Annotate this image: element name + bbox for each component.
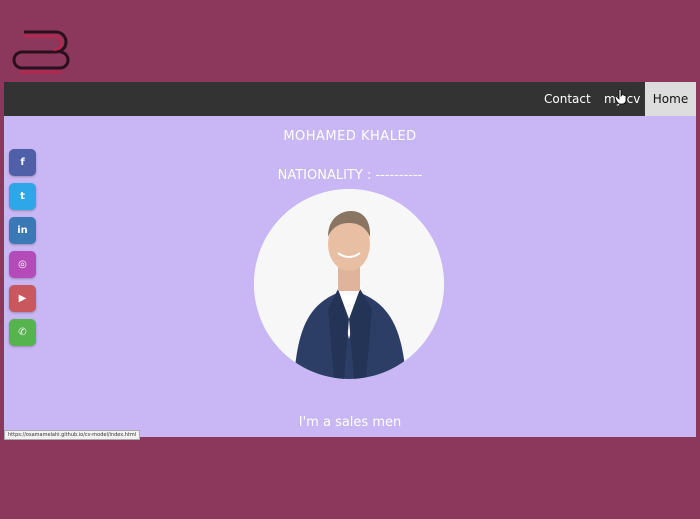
linkedin-icon: in (17, 225, 28, 236)
profile-name: MOHAMED KHALED (283, 129, 417, 144)
twitter-icon: t (20, 191, 25, 202)
nav-home-link[interactable]: Home (645, 82, 696, 116)
profile-nationality: NATIONALITY : ---------- (277, 168, 423, 183)
whatsapp-button[interactable]: ✆ (9, 319, 36, 346)
linkedin-button[interactable]: in (9, 217, 36, 244)
youtube-icon: ▶ (18, 293, 27, 304)
hand-cursor-icon (615, 89, 627, 105)
instagram-icon: ◎ (18, 259, 27, 270)
profile-tagline: I'm a sales men (298, 415, 402, 430)
navbar: Contact my cv Home (4, 82, 696, 116)
facebook-button[interactable]: f (9, 149, 36, 176)
instagram-button[interactable]: ◎ (9, 251, 36, 278)
facebook-icon: f (20, 157, 25, 168)
paperclip-logo-icon (12, 30, 70, 73)
whatsapp-icon: ✆ (18, 327, 27, 338)
man-in-suit-photo (254, 189, 444, 379)
nav-contact-link[interactable]: Contact (544, 82, 591, 116)
twitter-button[interactable]: t (9, 183, 36, 210)
cv-page: Contact my cv Home MOHAMED KHALED NATION… (4, 82, 696, 437)
profile-photo (254, 189, 444, 379)
status-bar-url: https://osamamelahi.github.io/cv-model/i… (4, 430, 141, 440)
youtube-button[interactable]: ▶ (9, 285, 36, 312)
